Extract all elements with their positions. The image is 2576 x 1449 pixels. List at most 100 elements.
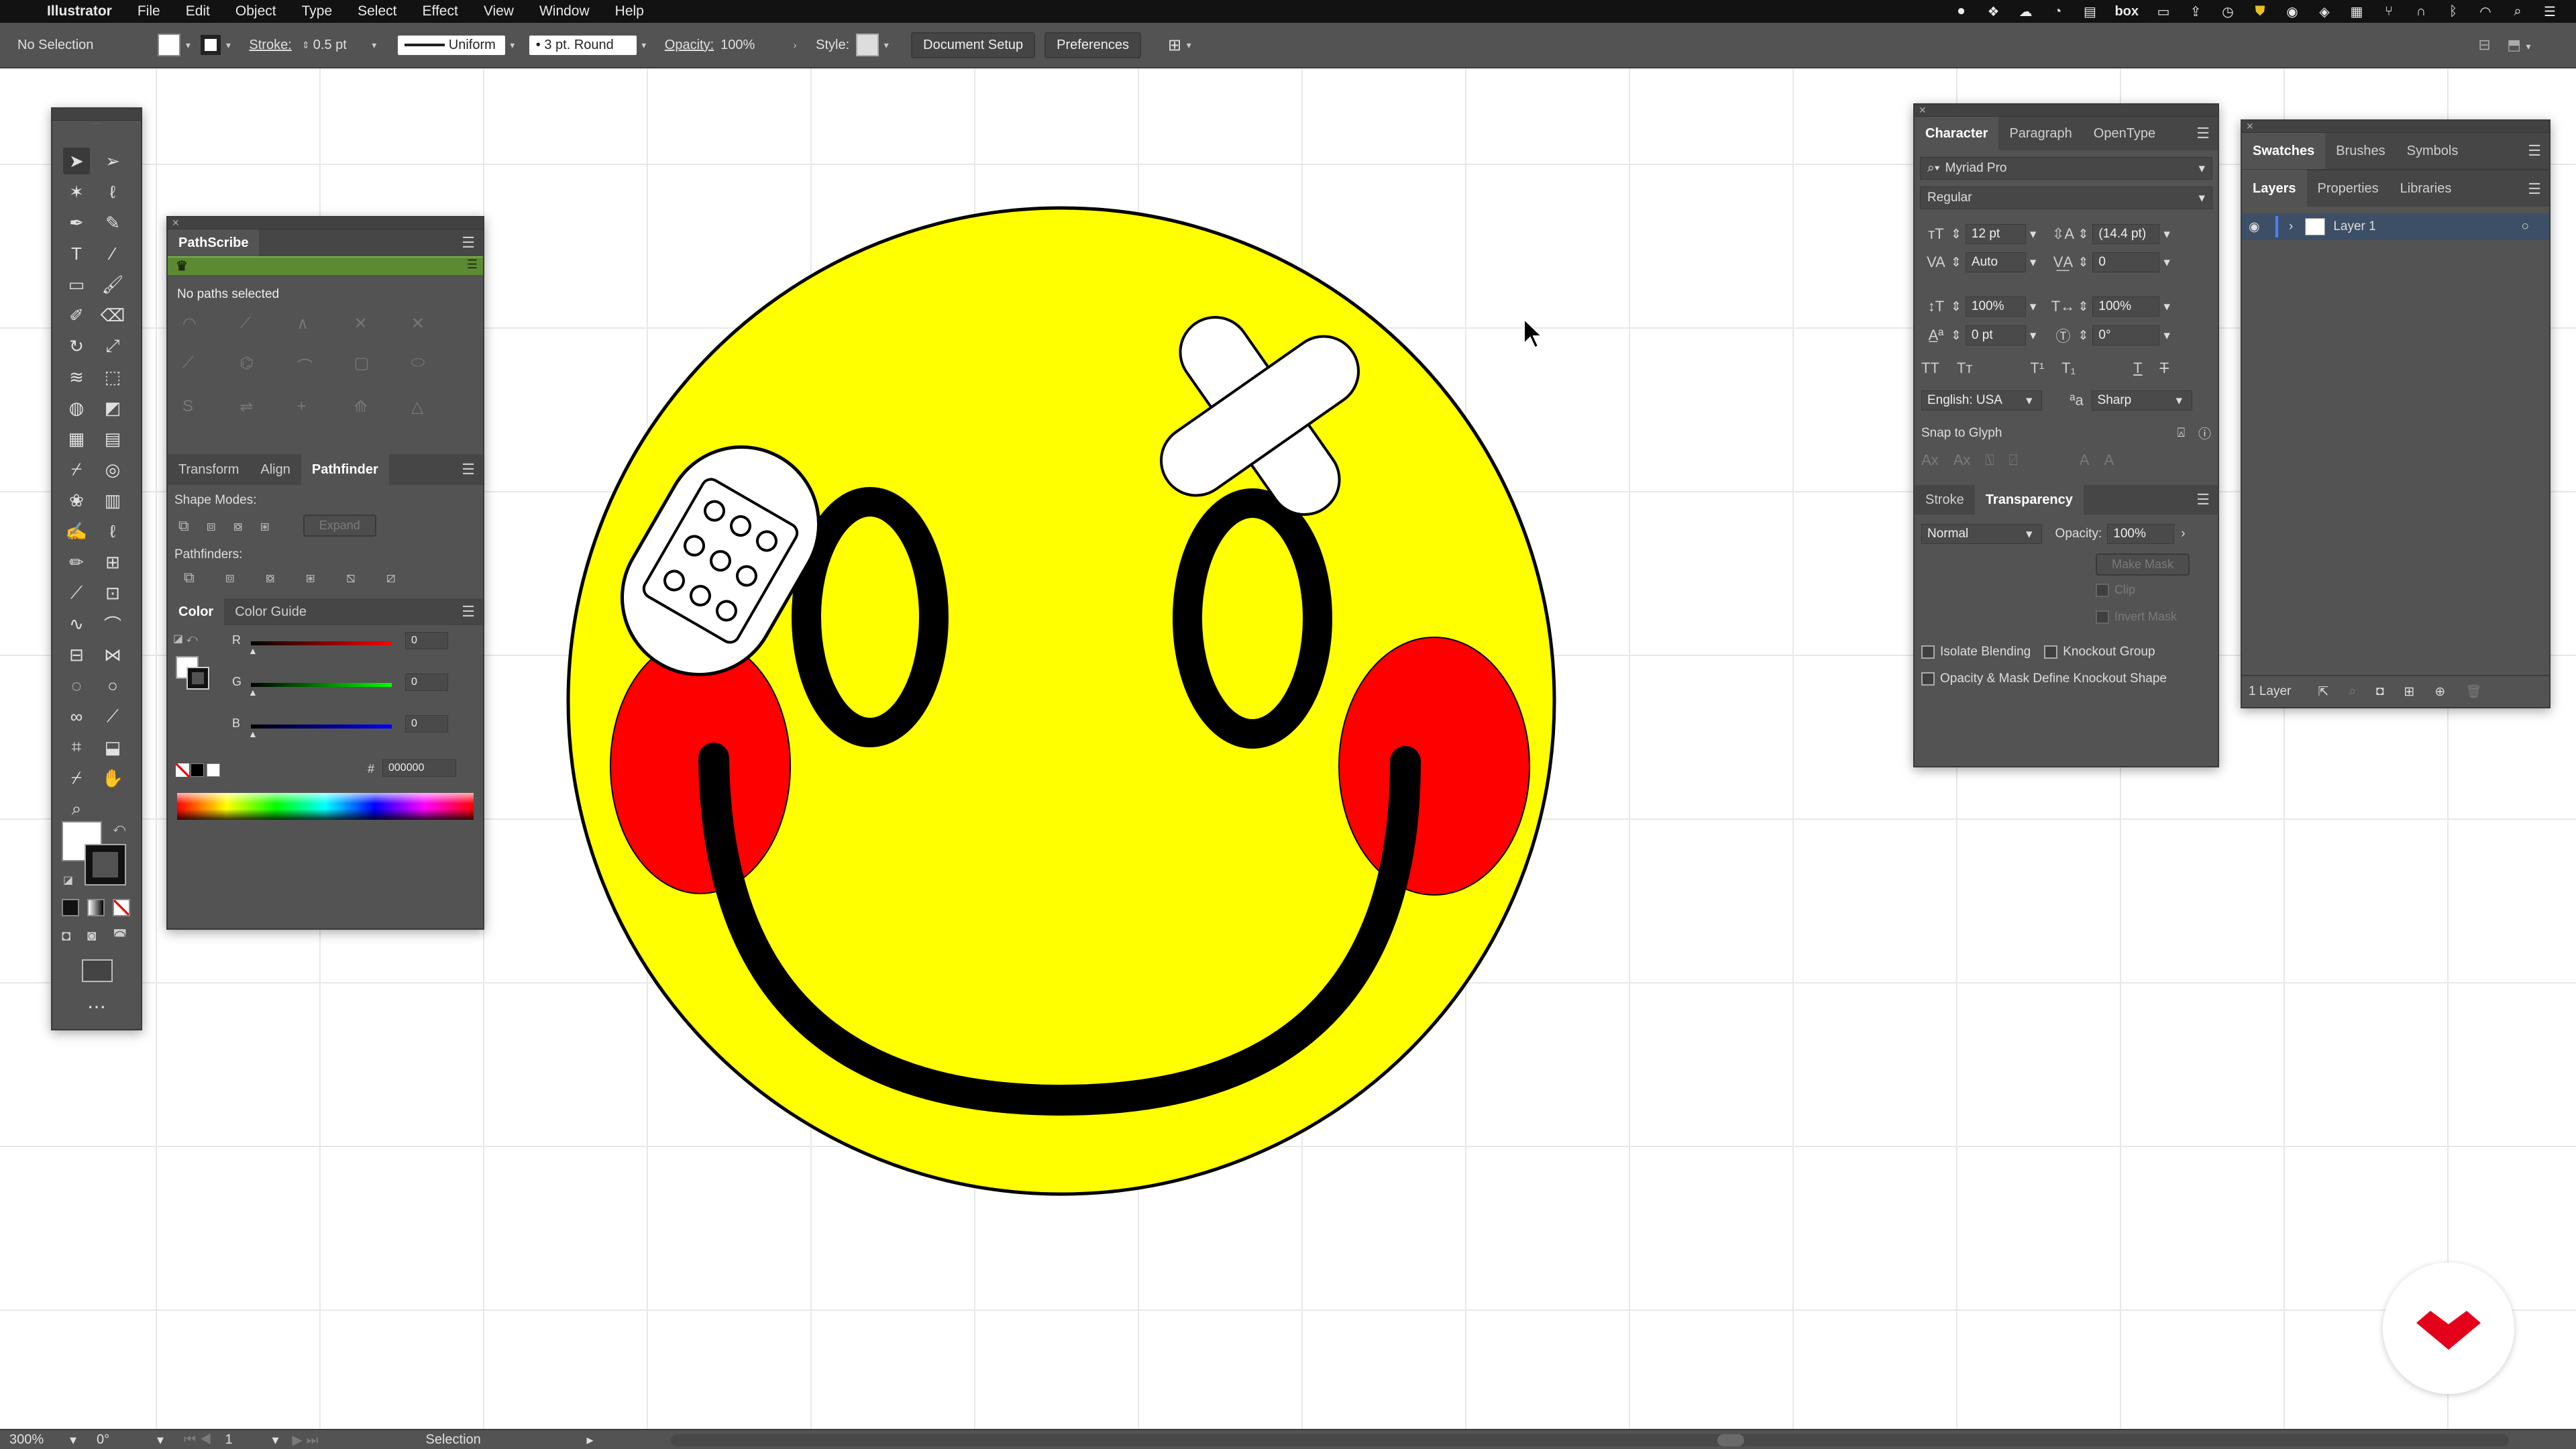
none-swatch[interactable]	[176, 763, 189, 777]
chevron-down-icon[interactable]: ▾	[2026, 393, 2033, 409]
new-sublayer-icon[interactable]: ⊞	[2404, 684, 2414, 700]
proximity-guides-icon[interactable]: ⍁	[2009, 451, 2018, 469]
target-circle-icon[interactable]: ○	[2522, 219, 2529, 234]
fork-icon[interactable]: ⑂	[2381, 4, 2396, 19]
export-icon[interactable]: ⇱	[2318, 684, 2328, 700]
symbol-sprayer-tool-icon[interactable]: ❀	[63, 487, 90, 514]
blend-tool-icon[interactable]: ◎	[99, 456, 126, 483]
chevron-down-icon[interactable]: ▾	[1181, 40, 1196, 51]
rotate-tool-icon[interactable]: ↻	[63, 333, 90, 360]
tab-transparency[interactable]: Transparency	[1974, 485, 2084, 515]
draw-mode-icon[interactable]: ◘	[62, 927, 70, 945]
brush-definition[interactable]: • 3 pt. Round	[529, 35, 637, 55]
minus-front-icon[interactable]: ⧈	[207, 517, 216, 535]
puppet-warp-tool-icon[interactable]: ⬓	[99, 734, 126, 761]
tab-color-guide[interactable]: Color Guide	[224, 598, 317, 625]
chevron-down-icon[interactable]: ▾	[180, 40, 195, 51]
layer-row[interactable]: ◉ › Layer 1 ○	[2242, 213, 2549, 240]
glyph-bounds-icon[interactable]: ⍂	[1985, 451, 1994, 469]
eyedropper-tool-icon[interactable]: ⌿	[63, 456, 90, 483]
chevron-right-icon[interactable]: ›	[2181, 527, 2185, 541]
hand-tool-icon[interactable]: ✋	[99, 765, 126, 792]
panel-menu-icon[interactable]: ☰	[2528, 133, 2541, 169]
none-mode-icon[interactable]	[113, 899, 130, 916]
outline-icon[interactable]: ⧅	[346, 569, 356, 586]
anchor-point-icon[interactable]: A	[2104, 451, 2114, 469]
workspace-switcher-icon[interactable]: ⬒	[2507, 36, 2521, 53]
smooth-tool-icon[interactable]: ∿	[63, 610, 90, 637]
arrange-icon[interactable]: ⊟	[2478, 36, 2490, 53]
white-swatch[interactable]	[207, 763, 220, 777]
fill-swatch[interactable]	[158, 34, 181, 56]
tools-grip[interactable]: ⋯	[52, 121, 141, 130]
chevron-down-icon[interactable]: ▾	[221, 40, 235, 51]
add-icon[interactable]: +	[297, 397, 354, 417]
path-tool-icon[interactable]: ⟋	[63, 580, 90, 606]
chevron-down-icon[interactable]: ▾	[2030, 299, 2037, 315]
stepper-icon[interactable]: ⇕	[1951, 227, 1962, 242]
display-icon[interactable]: ▭	[2156, 3, 2171, 20]
stroke-swatch[interactable]	[201, 35, 221, 55]
calendar-icon[interactable]: ▦	[2349, 3, 2364, 20]
dropbox-icon[interactable]: ❖	[1986, 3, 2000, 20]
merge-icon[interactable]: ⧇	[266, 569, 275, 586]
color-mode-icon[interactable]	[62, 899, 79, 916]
bluetooth-icon[interactable]: ᛒ	[2446, 4, 2461, 19]
chevron-down-icon[interactable]: ▾	[367, 40, 382, 51]
clock-icon[interactable]: ◷	[2220, 3, 2235, 20]
draw-behind-icon[interactable]: ◚	[113, 927, 127, 945]
stroke-label[interactable]: Stroke:	[249, 38, 291, 53]
first-artboard-icon[interactable]: ⏮ ◀	[184, 1432, 211, 1448]
variable-width-profile[interactable]: Uniform	[397, 35, 505, 55]
stroke-weight-field[interactable]: 0.5 pt	[313, 38, 367, 53]
vertical-scale-field[interactable]: 100%	[1965, 297, 2026, 317]
direct-selection-tool-icon[interactable]: ➢	[99, 148, 126, 174]
tab-transform[interactable]: Transform	[168, 454, 250, 485]
last-artboard-icon[interactable]: ▶ ⏭	[292, 1432, 319, 1448]
panel-titlebar[interactable]: ✕	[168, 217, 483, 229]
b-slider[interactable]	[251, 724, 392, 729]
chevron-down-icon[interactable]: ▾	[2030, 255, 2037, 270]
artboard-tool-icon[interactable]: ⊡	[99, 580, 126, 606]
rectangle-tool-icon[interactable]: ▭	[63, 271, 90, 298]
chevron-down-icon[interactable]: ▾	[2176, 393, 2183, 409]
close-icon[interactable]: ✕	[2246, 121, 2254, 131]
menu-effect[interactable]: Effect	[423, 3, 458, 19]
baseline-snap-icon[interactable]: Ax	[1921, 451, 1939, 469]
character-rotation-field[interactable]: 0°	[2092, 325, 2160, 345]
paintbrush-tool-icon[interactable]: 🖌	[99, 271, 126, 298]
subscript-icon[interactable]: T₁	[2061, 360, 2076, 377]
g-slider[interactable]	[251, 683, 392, 687]
chevron-down-icon[interactable]: ▾	[157, 1432, 164, 1448]
chevron-down-icon[interactable]: ▾	[2030, 227, 2037, 242]
r-slider[interactable]	[251, 641, 392, 645]
warp-tool-icon[interactable]: ≋	[63, 364, 90, 390]
all-caps-icon[interactable]: TT	[1921, 360, 1939, 377]
zoom-tool-icon[interactable]: ⌕	[63, 796, 90, 822]
rounded-rect-icon[interactable]: ▢	[354, 354, 411, 377]
eraser-tool-icon[interactable]: ⌫	[99, 302, 126, 329]
pen-nib-icon[interactable]: ⟋	[239, 314, 297, 333]
chevron-down-icon[interactable]: ▾	[637, 40, 651, 51]
curve-icon[interactable]: ◠	[182, 314, 239, 333]
menu-view[interactable]: View	[484, 3, 514, 19]
shield-icon[interactable]: ⛊	[2253, 4, 2267, 19]
headphones-icon[interactable]: ∩	[2414, 4, 2428, 19]
font-size-field[interactable]: 12 pt	[1965, 224, 2026, 244]
creative-cloud-icon[interactable]: ☁	[2018, 3, 2033, 20]
stepper-icon[interactable]: ⇕	[2078, 255, 2088, 270]
align-icon[interactable]: ⇌	[239, 397, 297, 417]
measure-tool-icon[interactable]: ⌿	[63, 765, 90, 792]
selection-tool-icon[interactable]: ➤	[63, 148, 90, 174]
live-paint-tool-icon[interactable]: ◩	[99, 394, 126, 421]
upload-icon[interactable]: ⇪	[2188, 3, 2203, 20]
gradient-tool-icon[interactable]: ▤	[99, 425, 126, 452]
glyph-guides-icon[interactable]: ⍓	[2178, 426, 2185, 441]
edit-toolbar-icon[interactable]: ⋯	[52, 996, 141, 1018]
mesh-tool-icon[interactable]: ⊞	[99, 549, 126, 576]
g-value-field[interactable]: 0	[405, 674, 448, 691]
draw-inside-icon[interactable]: ◙	[87, 927, 96, 945]
clipping-mask-icon[interactable]: ◘	[2376, 684, 2383, 699]
language-dropdown[interactable]: English: USA	[1921, 390, 2042, 411]
menu-select[interactable]: Select	[358, 3, 396, 19]
